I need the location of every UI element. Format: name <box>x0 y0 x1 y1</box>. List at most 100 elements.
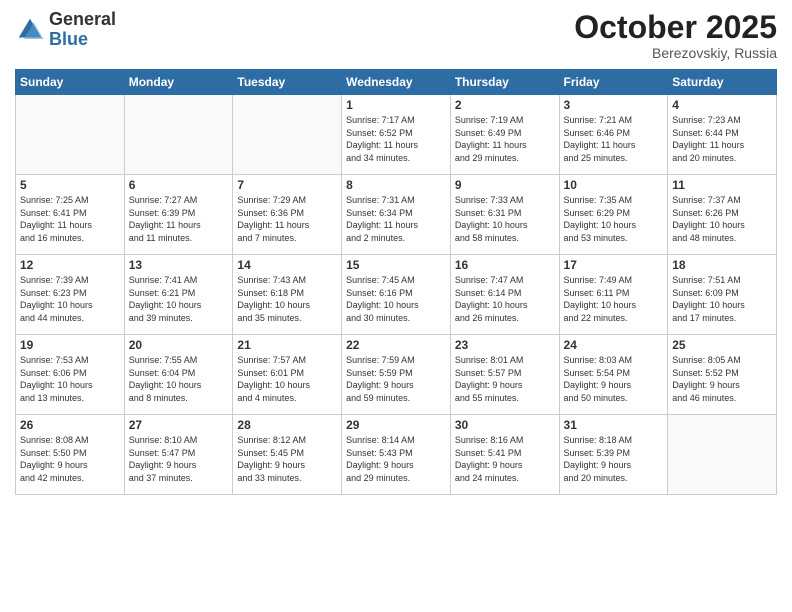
day-info: Sunrise: 7:19 AM Sunset: 6:49 PM Dayligh… <box>455 114 555 164</box>
day-info: Sunrise: 8:12 AM Sunset: 5:45 PM Dayligh… <box>237 434 337 484</box>
day-number: 6 <box>129 178 229 192</box>
calendar-cell <box>124 95 233 175</box>
calendar-week-row: 5Sunrise: 7:25 AM Sunset: 6:41 PM Daylig… <box>16 175 777 255</box>
day-info: Sunrise: 8:08 AM Sunset: 5:50 PM Dayligh… <box>20 434 120 484</box>
day-info: Sunrise: 7:33 AM Sunset: 6:31 PM Dayligh… <box>455 194 555 244</box>
calendar-cell: 16Sunrise: 7:47 AM Sunset: 6:14 PM Dayli… <box>450 255 559 335</box>
day-number: 17 <box>564 258 664 272</box>
calendar-cell: 29 Sunrise: 8:14 AM Sunset: 5:43 PM Dayli… <box>342 415 451 495</box>
day-number: 19 <box>20 338 120 352</box>
day-number: 12 <box>20 258 120 272</box>
title-area: October 2025 Berezovskiy, Russia <box>574 10 777 61</box>
day-number: 13 <box>129 258 229 272</box>
calendar-cell: 7Sunrise: 7:29 AM Sunset: 6:36 PM Daylig… <box>233 175 342 255</box>
day-info: Sunrise: 7:43 AM Sunset: 6:18 PM Dayligh… <box>237 274 337 324</box>
day-number: 11 <box>672 178 772 192</box>
logo-text: General Blue <box>49 10 116 50</box>
day-number: 7 <box>237 178 337 192</box>
day-of-week-header: Monday <box>124 70 233 95</box>
day-info: Sunrise: 7:21 AM Sunset: 6:46 PM Dayligh… <box>564 114 664 164</box>
day-info: Sunrise: 7:27 AM Sunset: 6:39 PM Dayligh… <box>129 194 229 244</box>
day-of-week-header: Thursday <box>450 70 559 95</box>
day-info: Sunrise: 7:17 AM Sunset: 6:52 PM Dayligh… <box>346 114 446 164</box>
header: General Blue October 2025 Berezovskiy, R… <box>15 10 777 61</box>
calendar-cell: 21 Sunrise: 7:57 AM Sunset: 6:01 PM Dayli… <box>233 335 342 415</box>
day-info: Sunrise: 7:37 AM Sunset: 6:26 PM Dayligh… <box>672 194 772 244</box>
day-of-week-header: Wednesday <box>342 70 451 95</box>
day-number: 9 <box>455 178 555 192</box>
day-info: Sunrise: 7:41 AM Sunset: 6:21 PM Dayligh… <box>129 274 229 324</box>
calendar-week-row: 12 Sunrise: 7:39 AM Sunset: 6:23 PM Dayli… <box>16 255 777 335</box>
day-info: Sunrise: 8:16 AM Sunset: 5:41 PM Dayligh… <box>455 434 555 484</box>
day-number: 20 <box>129 338 229 352</box>
calendar-cell: 12 Sunrise: 7:39 AM Sunset: 6:23 PM Dayli… <box>16 255 125 335</box>
day-number: 21 <box>237 338 337 352</box>
calendar-cell: 8Sunrise: 7:31 AM Sunset: 6:34 PM Daylig… <box>342 175 451 255</box>
logo-icon <box>15 15 45 45</box>
calendar-week-row: 26 Sunrise: 8:08 AM Sunset: 5:50 PM Dayli… <box>16 415 777 495</box>
calendar-cell: 13 Sunrise: 7:41 AM Sunset: 6:21 PM Dayli… <box>124 255 233 335</box>
logo: General Blue <box>15 10 116 50</box>
calendar-cell: 18Sunrise: 7:51 AM Sunset: 6:09 PM Dayli… <box>668 255 777 335</box>
logo-general: General <box>49 10 116 30</box>
day-info: Sunrise: 7:39 AM Sunset: 6:23 PM Dayligh… <box>20 274 120 324</box>
day-number: 27 <box>129 418 229 432</box>
day-info: Sunrise: 7:35 AM Sunset: 6:29 PM Dayligh… <box>564 194 664 244</box>
day-number: 24 <box>564 338 664 352</box>
month-title: October 2025 <box>574 10 777 45</box>
day-info: Sunrise: 7:51 AM Sunset: 6:09 PM Dayligh… <box>672 274 772 324</box>
day-number: 15 <box>346 258 446 272</box>
calendar-cell: 30 Sunrise: 8:16 AM Sunset: 5:41 PM Dayli… <box>450 415 559 495</box>
calendar-cell: 25 Sunrise: 8:05 AM Sunset: 5:52 PM Dayli… <box>668 335 777 415</box>
day-info: Sunrise: 7:49 AM Sunset: 6:11 PM Dayligh… <box>564 274 664 324</box>
calendar-cell <box>16 95 125 175</box>
day-number: 26 <box>20 418 120 432</box>
day-of-week-header: Friday <box>559 70 668 95</box>
day-number: 22 <box>346 338 446 352</box>
calendar-cell: 19 Sunrise: 7:53 AM Sunset: 6:06 PM Dayli… <box>16 335 125 415</box>
day-info: Sunrise: 7:57 AM Sunset: 6:01 PM Dayligh… <box>237 354 337 404</box>
calendar-cell: 20 Sunrise: 7:55 AM Sunset: 6:04 PM Dayli… <box>124 335 233 415</box>
day-info: Sunrise: 8:05 AM Sunset: 5:52 PM Dayligh… <box>672 354 772 404</box>
calendar-cell: 17 Sunrise: 7:49 AM Sunset: 6:11 PM Dayli… <box>559 255 668 335</box>
day-number: 29 <box>346 418 446 432</box>
calendar-cell: 5Sunrise: 7:25 AM Sunset: 6:41 PM Daylig… <box>16 175 125 255</box>
day-info: Sunrise: 7:47 AM Sunset: 6:14 PM Dayligh… <box>455 274 555 324</box>
day-info: Sunrise: 7:53 AM Sunset: 6:06 PM Dayligh… <box>20 354 120 404</box>
day-number: 30 <box>455 418 555 432</box>
calendar-cell: 31Sunrise: 8:18 AM Sunset: 5:39 PM Dayli… <box>559 415 668 495</box>
day-number: 23 <box>455 338 555 352</box>
calendar-cell: 1 Sunrise: 7:17 AM Sunset: 6:52 PM Daylig… <box>342 95 451 175</box>
calendar-week-row: 19 Sunrise: 7:53 AM Sunset: 6:06 PM Dayli… <box>16 335 777 415</box>
calendar-cell: 28 Sunrise: 8:12 AM Sunset: 5:45 PM Dayli… <box>233 415 342 495</box>
calendar-cell <box>233 95 342 175</box>
day-info: Sunrise: 7:45 AM Sunset: 6:16 PM Dayligh… <box>346 274 446 324</box>
calendar-cell: 9 Sunrise: 7:33 AM Sunset: 6:31 PM Daylig… <box>450 175 559 255</box>
calendar-cell: 2Sunrise: 7:19 AM Sunset: 6:49 PM Daylig… <box>450 95 559 175</box>
day-number: 10 <box>564 178 664 192</box>
day-info: Sunrise: 7:55 AM Sunset: 6:04 PM Dayligh… <box>129 354 229 404</box>
calendar-cell: 27 Sunrise: 8:10 AM Sunset: 5:47 PM Dayli… <box>124 415 233 495</box>
day-number: 1 <box>346 98 446 112</box>
calendar-cell: 14Sunrise: 7:43 AM Sunset: 6:18 PM Dayli… <box>233 255 342 335</box>
day-info: Sunrise: 7:31 AM Sunset: 6:34 PM Dayligh… <box>346 194 446 244</box>
day-of-week-header: Saturday <box>668 70 777 95</box>
calendar-cell: 11 Sunrise: 7:37 AM Sunset: 6:26 PM Dayli… <box>668 175 777 255</box>
calendar-cell: 24Sunrise: 8:03 AM Sunset: 5:54 PM Dayli… <box>559 335 668 415</box>
day-info: Sunrise: 8:14 AM Sunset: 5:43 PM Dayligh… <box>346 434 446 484</box>
page-container: General Blue October 2025 Berezovskiy, R… <box>0 0 792 505</box>
calendar-cell: 4Sunrise: 7:23 AM Sunset: 6:44 PM Daylig… <box>668 95 777 175</box>
day-number: 3 <box>564 98 664 112</box>
calendar-week-row: 1 Sunrise: 7:17 AM Sunset: 6:52 PM Daylig… <box>16 95 777 175</box>
day-number: 31 <box>564 418 664 432</box>
day-number: 28 <box>237 418 337 432</box>
day-info: Sunrise: 8:10 AM Sunset: 5:47 PM Dayligh… <box>129 434 229 484</box>
calendar-cell: 22Sunrise: 7:59 AM Sunset: 5:59 PM Dayli… <box>342 335 451 415</box>
calendar-header-row: SundayMondayTuesdayWednesdayThursdayFrid… <box>16 70 777 95</box>
calendar: SundayMondayTuesdayWednesdayThursdayFrid… <box>15 69 777 495</box>
calendar-cell: 3 Sunrise: 7:21 AM Sunset: 6:46 PM Daylig… <box>559 95 668 175</box>
day-number: 4 <box>672 98 772 112</box>
calendar-cell: 26 Sunrise: 8:08 AM Sunset: 5:50 PM Dayli… <box>16 415 125 495</box>
day-number: 25 <box>672 338 772 352</box>
calendar-cell <box>668 415 777 495</box>
